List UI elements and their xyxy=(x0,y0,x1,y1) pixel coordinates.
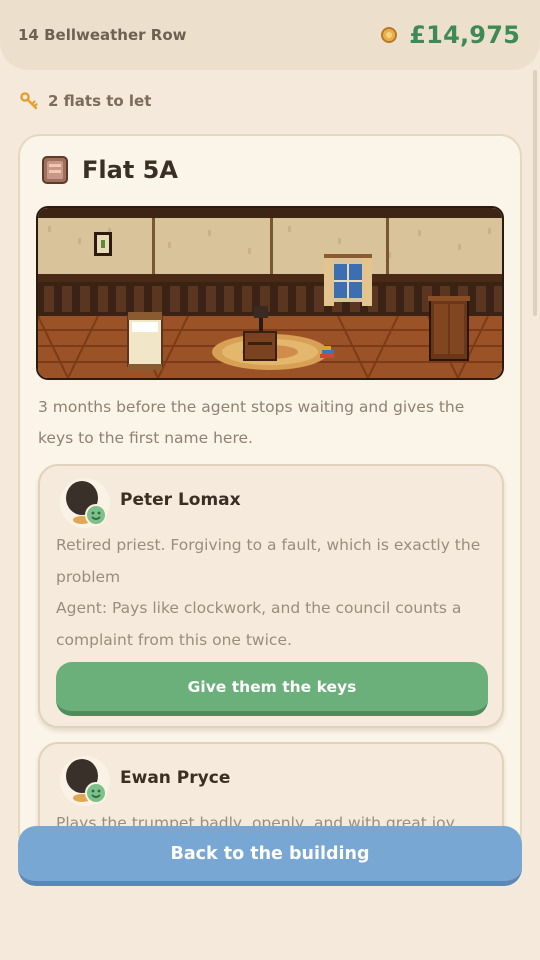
vacancy-summary: 2 flats to let xyxy=(20,92,151,110)
applicant-note-line: problem xyxy=(56,567,121,586)
key-icon xyxy=(20,92,38,110)
flat-title: Flat 5A xyxy=(82,156,178,184)
applicant-note-line: complaint from this one twice. xyxy=(56,630,292,649)
applicant-notes: Retired priest. Forgiving to a fault, wh… xyxy=(56,530,488,656)
building-address: 14 Bellweather Row xyxy=(18,26,187,44)
give-keys-button[interactable]: Give them the keys xyxy=(56,662,488,716)
door-icon xyxy=(42,156,68,184)
vacancy-text: 2 flats to let xyxy=(48,92,152,110)
applicant-card: Peter Lomax Retired priest. Forgiving to… xyxy=(38,464,504,728)
balance-display: £14,975 xyxy=(381,21,520,49)
scrollbar[interactable] xyxy=(533,70,537,316)
flat-description: 3 months before the agent stops waiting … xyxy=(38,398,465,447)
applicant-name: Peter Lomax xyxy=(120,490,241,510)
flat-header: Flat 5A xyxy=(42,156,178,184)
applicant-name: Ewan Pryce xyxy=(120,768,231,788)
flat-card: Flat 5A 3 months before the agent stops … xyxy=(18,134,522,854)
back-to-building-button[interactable]: Back to the building xyxy=(18,826,522,886)
applicant-note-line: Retired priest. Forgiving to a fault, wh… xyxy=(56,536,481,554)
room-illustration xyxy=(36,206,504,380)
avatar xyxy=(60,756,110,806)
balance-amount: £14,975 xyxy=(409,21,520,49)
avatar xyxy=(60,478,110,528)
applicant-note-line: Agent: Pays like clockwork, and the coun… xyxy=(56,599,462,617)
coin-icon xyxy=(381,27,398,43)
top-bar: 14 Bellweather Row £14,975 xyxy=(0,0,540,70)
